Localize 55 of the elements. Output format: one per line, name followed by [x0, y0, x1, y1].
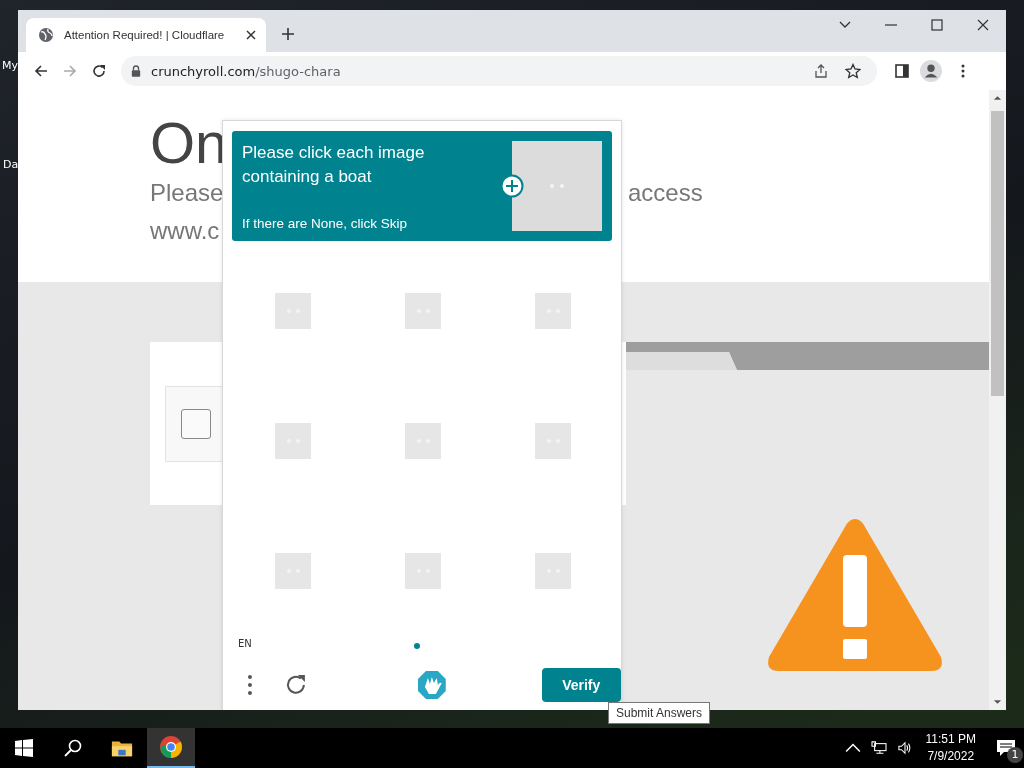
- captcha-prompt: Please click each image containing a boat: [242, 142, 426, 188]
- search-icon[interactable]: [62, 738, 84, 758]
- desktop-icon-label[interactable]: My: [2, 59, 18, 72]
- image-tile-placeholder[interactable]: [405, 423, 441, 459]
- browser-logo-icon: [159, 735, 183, 759]
- image-tile-placeholder[interactable]: [535, 553, 571, 589]
- clock-date[interactable]: 7/9/2022: [927, 748, 975, 765]
- image-tile-placeholder[interactable]: [275, 553, 311, 589]
- windows-start-icon[interactable]: [13, 738, 35, 758]
- lock-icon: [131, 65, 141, 77]
- page-subtitle: Please: [150, 178, 224, 208]
- chevron-up-icon[interactable]: [844, 741, 861, 755]
- url-text: crunchyroll.com/shugo-chara: [151, 63, 341, 79]
- verify-button[interactable]: Verify: [541, 668, 621, 702]
- scrollbar[interactable]: [989, 90, 1006, 710]
- more-options-icon[interactable]: [246, 673, 254, 697]
- image-tile-placeholder[interactable]: [405, 293, 441, 329]
- image-tile-placeholder[interactable]: [535, 423, 571, 459]
- tooltip: Submit Answers: [608, 702, 711, 724]
- image-tile-placeholder[interactable]: [535, 293, 571, 329]
- globe-icon: [38, 27, 54, 43]
- tab-title: Attention Required! | Cloudflare: [64, 29, 226, 41]
- share-icon[interactable]: [813, 63, 829, 79]
- address-bar[interactable]: crunchyroll.com/shugo-chara: [121, 56, 877, 86]
- desktop-icon-label[interactable]: Da: [3, 158, 19, 171]
- volume-icon[interactable]: [896, 741, 913, 755]
- notification-badge: 1: [1007, 747, 1023, 763]
- side-panel-icon[interactable]: [894, 63, 910, 79]
- captcha-hint: If there are None, click Skip: [242, 216, 409, 231]
- plus-icon[interactable]: [500, 174, 524, 198]
- maximize-icon[interactable]: [930, 18, 944, 32]
- page-indicator-dot: [414, 643, 420, 649]
- page-url-text: www.c: [150, 216, 220, 246]
- close-icon[interactable]: [976, 18, 990, 32]
- page-heading: On: [150, 112, 228, 174]
- chrome-taskbar-button[interactable]: [147, 728, 195, 768]
- browser-tab[interactable]: Attention Required! | Cloudflare: [26, 18, 266, 52]
- scroll-up-icon[interactable]: [993, 95, 1002, 101]
- hand-logo-icon: [415, 669, 448, 701]
- network-icon[interactable]: [870, 741, 887, 755]
- new-tab-icon[interactable]: [281, 27, 295, 41]
- reload-icon[interactable]: [91, 63, 107, 79]
- profile-avatar-icon[interactable]: [920, 60, 942, 82]
- close-icon[interactable]: [246, 30, 256, 40]
- back-icon[interactable]: [33, 63, 49, 79]
- image-tile-placeholder[interactable]: [275, 293, 311, 329]
- language-selector[interactable]: EN: [238, 638, 252, 649]
- checkbox[interactable]: [181, 408, 211, 439]
- scroll-down-icon[interactable]: [993, 699, 1002, 705]
- star-icon[interactable]: [845, 63, 861, 79]
- clock-time[interactable]: 11:51 PM: [925, 731, 976, 748]
- page-subtitle: access: [628, 178, 703, 208]
- scrollbar-thumb[interactable]: [991, 111, 1004, 396]
- image-tile-placeholder[interactable]: [405, 553, 441, 589]
- image-tile-placeholder[interactable]: [275, 423, 311, 459]
